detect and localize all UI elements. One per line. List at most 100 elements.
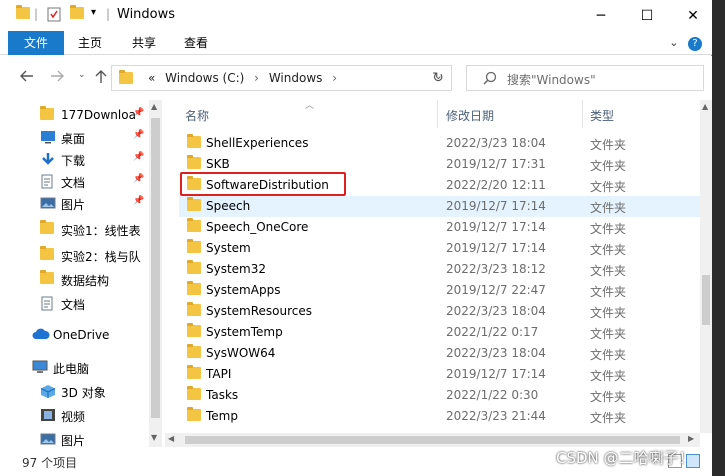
tab-view[interactable]: 查看 — [176, 31, 216, 55]
scroll-up-icon[interactable]: ▲ — [702, 102, 708, 111]
address-segment-windows[interactable]: Windows — [269, 71, 323, 85]
nav-item[interactable]: 视频 — [0, 404, 148, 426]
table-row[interactable]: Speech_OneCore 2019/12/7 17:14 文件夹 — [179, 217, 700, 238]
help-icon[interactable]: ? — [688, 37, 702, 51]
address-overflow[interactable]: « — [148, 71, 155, 85]
refresh-icon: ↻ — [432, 70, 444, 86]
table-row[interactable]: SysWOW64 2022/3/23 18:04 文件夹 — [179, 343, 700, 364]
nav-item-label: 此电脑 — [53, 362, 90, 376]
nav-item-label: 3D 对象 — [61, 386, 106, 400]
address-separator[interactable]: › — [254, 71, 259, 85]
column-divider[interactable] — [582, 100, 583, 128]
folder-icon — [187, 365, 201, 379]
scroll-right-icon[interactable]: ▶ — [688, 434, 694, 443]
file-date: 2019/12/7 17:14 — [446, 367, 546, 381]
picture-icon — [40, 196, 56, 213]
pin-icon[interactable]: 📌 — [133, 130, 144, 140]
highlight-annotation — [180, 172, 346, 196]
table-row[interactable]: SystemApps 2019/12/7 22:47 文件夹 — [179, 280, 700, 301]
file-type: 文件夹 — [590, 306, 627, 320]
nav-item[interactable]: 177Downloa 📌 — [0, 104, 148, 126]
content-hscrollbar-thumb[interactable] — [185, 436, 680, 444]
nav-item[interactable]: 图片 📌 — [0, 192, 148, 214]
new-folder-icon[interactable] — [70, 5, 84, 19]
refresh-button[interactable]: ↻ — [425, 65, 452, 91]
ribbon-tabs: 文件 主页 共享 查看 ⌄ ? — [0, 31, 712, 55]
nav-item[interactable]: 桌面 📌 — [0, 126, 148, 148]
table-row[interactable]: SystemTemp 2022/1/22 0:17 文件夹 — [179, 322, 700, 343]
file-type: 文件夹 — [590, 411, 627, 425]
tab-file[interactable]: 文件 — [8, 31, 64, 55]
document-icon — [40, 296, 54, 314]
nav-scrollbar[interactable]: ▲ ▼ — [149, 100, 162, 447]
table-row[interactable]: Speech 2019/12/7 17:14 文件夹 — [179, 196, 700, 217]
minimize-button[interactable]: ─ — [578, 0, 624, 31]
tab-share[interactable]: 共享 — [124, 31, 164, 55]
folder-icon — [187, 281, 201, 295]
tab-home[interactable]: 主页 — [70, 31, 110, 55]
pin-icon[interactable]: 📌 — [133, 108, 144, 118]
pin-icon[interactable]: 📌 — [133, 196, 144, 206]
scroll-left-icon[interactable]: ◀ — [168, 434, 174, 443]
file-name: Speech — [206, 199, 251, 213]
table-row[interactable]: SystemResources 2022/3/23 18:04 文件夹 — [179, 301, 700, 322]
content-horizontal-scrollbar[interactable]: ◀ ▶ — [165, 433, 700, 447]
folder-icon — [187, 386, 201, 400]
file-type: 文件夹 — [590, 222, 627, 236]
content-vertical-scrollbar[interactable]: ▲ — [700, 100, 712, 433]
folder-icon — [187, 239, 201, 253]
file-name: SystemTemp — [206, 325, 283, 339]
nav-item[interactable]: 实验1：线性表 — [0, 218, 148, 240]
nav-item[interactable]: 3D 对象 — [0, 380, 148, 402]
file-name: SKB — [206, 157, 230, 171]
address-separator[interactable]: › — [332, 71, 337, 85]
pin-icon[interactable]: 📌 — [133, 152, 144, 162]
nav-item[interactable]: 文档 — [0, 292, 148, 314]
up-arrow-icon[interactable] — [95, 70, 107, 88]
properties-icon[interactable] — [47, 7, 61, 25]
file-name: System32 — [206, 262, 267, 276]
table-row[interactable]: System32 2022/3/23 18:12 文件夹 — [179, 259, 700, 280]
address-segment-drive[interactable]: Windows (C:) — [165, 71, 244, 85]
file-type: 文件夹 — [590, 285, 627, 299]
nav-item[interactable]: 图片 — [0, 428, 148, 447]
table-row[interactable]: TAPI 2019/12/7 17:14 文件夹 — [179, 364, 700, 385]
scroll-up-icon[interactable]: ▲ — [151, 102, 157, 111]
column-header-name[interactable]: 名称 — [185, 107, 209, 124]
expand-ribbon-icon[interactable]: ⌄ — [669, 36, 678, 49]
nav-item[interactable]: 下载 📌 — [0, 148, 148, 170]
nav-scrollbar-thumb[interactable] — [151, 118, 160, 418]
table-row[interactable]: Temp 2022/3/23 21:44 文件夹 — [179, 406, 700, 427]
file-name: TAPI — [206, 367, 232, 381]
file-type: 文件夹 — [590, 138, 627, 152]
table-row[interactable]: Tasks 2022/1/22 0:30 文件夹 — [179, 385, 700, 406]
file-date: 2022/3/23 21:44 — [446, 409, 546, 423]
recent-locations-icon[interactable]: ⌄ — [78, 70, 86, 80]
table-row[interactable]: System 2019/12/7 17:14 文件夹 — [179, 238, 700, 259]
address-bar[interactable]: « Windows (C:) › Windows › ⌄ — [111, 65, 452, 91]
search-placeholder: 搜索"Windows" — [507, 73, 596, 87]
close-button[interactable]: ✕ — [670, 0, 716, 31]
file-type: 文件夹 — [590, 327, 627, 341]
nav-item[interactable]: 此电脑 — [0, 356, 148, 378]
nav-item[interactable]: 实验2：栈与队列 — [0, 244, 148, 266]
nav-item[interactable]: 数据结构 — [0, 268, 148, 290]
column-header-type[interactable]: 类型 — [590, 107, 614, 124]
forward-arrow-icon[interactable] — [50, 70, 64, 86]
pin-icon[interactable]: 📌 — [133, 174, 144, 184]
nav-item[interactable]: OneDrive — [0, 324, 148, 346]
column-divider[interactable] — [437, 100, 438, 128]
file-type: 文件夹 — [590, 390, 627, 404]
item-count: 97 个项目 — [22, 456, 78, 470]
content-scrollbar-thumb[interactable] — [702, 275, 710, 325]
scroll-down-icon[interactable]: ▼ — [151, 433, 157, 442]
column-header-date[interactable]: 修改日期 — [446, 107, 494, 124]
maximize-button[interactable]: ☐ — [624, 0, 670, 31]
folder-icon — [119, 70, 133, 84]
table-row[interactable]: ShellExperiences 2022/3/23 18:04 文件夹 — [179, 133, 700, 154]
nav-item[interactable]: 文档 📌 — [0, 170, 148, 192]
file-type: 文件夹 — [590, 159, 627, 173]
customize-quick-access-icon[interactable]: ▾ — [91, 7, 96, 18]
back-arrow-icon[interactable] — [20, 70, 34, 86]
search-box[interactable]: 搜索"Windows" — [466, 65, 704, 91]
